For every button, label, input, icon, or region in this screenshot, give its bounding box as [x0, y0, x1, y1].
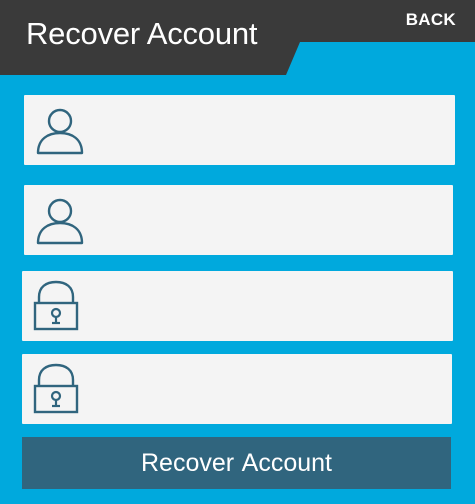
password-input[interactable] [94, 283, 441, 331]
lock-icon [33, 280, 79, 331]
recover-account-button[interactable]: Recover Account [22, 437, 451, 489]
password-field[interactable] [22, 271, 453, 341]
header: Recover Account BACK [0, 0, 475, 75]
user-icon [36, 108, 84, 155]
page-title: Recover Account [26, 16, 258, 51]
confirm-password-field[interactable] [22, 354, 452, 424]
lock-icon [33, 363, 79, 414]
user-icon [36, 198, 84, 245]
username-field[interactable] [24, 95, 455, 165]
username-input[interactable] [96, 107, 443, 155]
back-button[interactable]: BACK [406, 10, 456, 30]
email-field[interactable] [24, 185, 453, 255]
email-input[interactable] [96, 197, 441, 245]
confirm-password-input[interactable] [94, 366, 440, 414]
